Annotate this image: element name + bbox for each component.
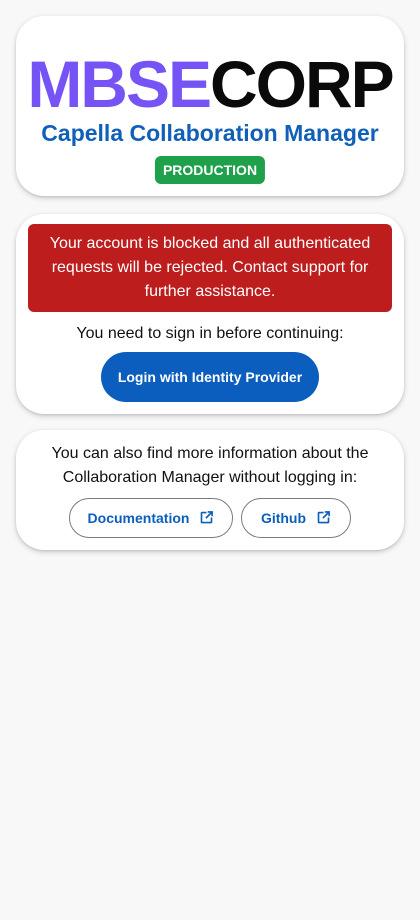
info-card: You can also find more information about… (16, 430, 404, 550)
github-link-button[interactable]: Github (241, 498, 351, 538)
external-link-icon (201, 511, 214, 524)
external-link-icon (317, 511, 330, 524)
documentation-link-label: Documentation (87, 510, 190, 526)
brand-logo: MBSECORP (16, 48, 404, 120)
login-page: MBSECORP Capella Collaboration Manager P… (0, 0, 420, 920)
github-link-label: Github (260, 510, 307, 526)
documentation-link-button[interactable]: Documentation (69, 498, 233, 538)
header-card: MBSECORP Capella Collaboration Manager P… (16, 16, 404, 196)
signin-prompt: You need to sign in before continuing: (76, 325, 344, 342)
app-title: Capella Collaboration Manager (41, 120, 379, 146)
info-text: You can also find more information about… (51, 445, 369, 486)
environment-badge: PRODUCTION (154, 156, 266, 184)
login-identity-provider-button[interactable]: Login with Identity Provider (101, 352, 319, 402)
account-blocked-alert: Your account is blocked and all authenti… (28, 224, 392, 312)
brand-logo-part-1: MBSE (27, 47, 212, 121)
brand-logo-part-2: CORP (210, 47, 395, 121)
login-card: Your account is blocked and all authenti… (16, 214, 404, 414)
